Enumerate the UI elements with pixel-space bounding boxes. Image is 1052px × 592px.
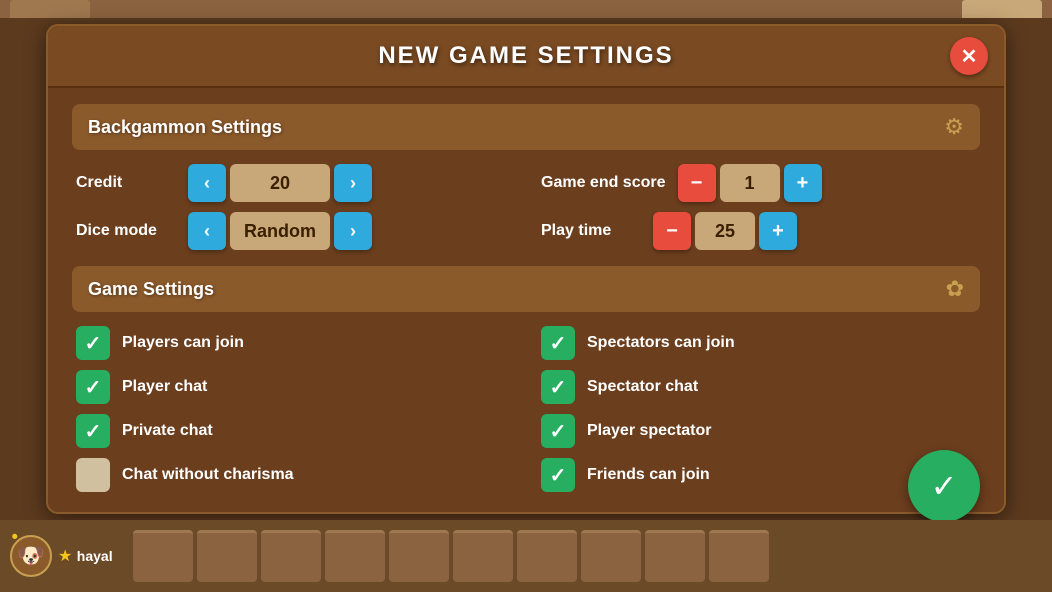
- bottom-tile-8: [581, 530, 641, 582]
- credit-label: Credit: [76, 174, 176, 192]
- checkbox-label-private-chat: Private chat: [122, 422, 213, 440]
- dice-mode-decrease-button[interactable]: ‹: [188, 212, 226, 250]
- checkbox-check-players-can-join: ✓: [85, 331, 102, 356]
- checkbox-box-spectator-chat[interactable]: ✓: [541, 370, 575, 404]
- dice-mode-label: Dice mode: [76, 222, 176, 240]
- checkbox-box-chat-without-charisma[interactable]: [76, 458, 110, 492]
- modal-overlay: NEW GAME SETTINGS ✕ Backgammon Settings …: [0, 18, 1052, 520]
- dice-mode-setting: Dice mode ‹ Random ›: [76, 212, 511, 250]
- play-time-value: 25: [695, 212, 755, 250]
- backgammon-gear-icon: ⚙: [944, 114, 964, 140]
- play-time-setting: Play time − 25 +: [541, 212, 976, 250]
- user-info: ★ hayal: [58, 546, 113, 566]
- dice-mode-stepper: ‹ Random ›: [188, 212, 372, 250]
- close-button[interactable]: ✕: [950, 37, 988, 75]
- modal-header: NEW GAME SETTINGS ✕: [48, 26, 1004, 88]
- top-bar-right-tab: [962, 0, 1042, 18]
- credit-setting: Credit ‹ 20 ›: [76, 164, 511, 202]
- checkbox-check-friends-can-join: ✓: [550, 463, 567, 488]
- bottom-tile-9: [645, 530, 705, 582]
- modal-title: NEW GAME SETTINGS: [378, 42, 673, 69]
- checkbox-label-chat-without-charisma: Chat without charisma: [122, 466, 294, 484]
- user-profile: ⏺ 🐶 ★ hayal: [10, 535, 113, 577]
- game-end-score-decrease-button[interactable]: −: [678, 164, 716, 202]
- credit-stepper: ‹ 20 ›: [188, 164, 372, 202]
- checkbox-box-player-spectator[interactable]: ✓: [541, 414, 575, 448]
- play-time-label: Play time: [541, 222, 641, 240]
- game-end-score-label: Game end score: [541, 174, 666, 192]
- game-end-score-setting: Game end score − 1 +: [541, 164, 976, 202]
- checkbox-label-friends-can-join: Friends can join: [587, 466, 710, 484]
- dice-mode-increase-button[interactable]: ›: [334, 212, 372, 250]
- checkbox-item-private-chat[interactable]: ✓ Private chat: [76, 414, 511, 448]
- checkbox-item-player-spectator[interactable]: ✓ Player spectator: [541, 414, 976, 448]
- checkbox-item-chat-without-charisma[interactable]: Chat without charisma: [76, 458, 511, 492]
- checkbox-check-private-chat: ✓: [85, 419, 102, 444]
- checkbox-item-spectators-can-join[interactable]: ✓ Spectators can join: [541, 326, 976, 360]
- checkbox-check-player-spectator: ✓: [550, 419, 567, 444]
- checkbox-label-spectators-can-join: Spectators can join: [587, 334, 735, 352]
- checkbox-label-spectator-chat: Spectator chat: [587, 378, 698, 396]
- checkbox-label-player-chat: Player chat: [122, 378, 207, 396]
- top-bar-left-tab: [10, 0, 90, 18]
- game-settings-section: Game Settings ✿ ✓ Players can join ✓ Specta…: [72, 266, 980, 492]
- play-time-decrease-button[interactable]: −: [653, 212, 691, 250]
- checkbox-item-spectator-chat[interactable]: ✓ Spectator chat: [541, 370, 976, 404]
- game-section-title: Game Settings: [88, 279, 214, 300]
- checkbox-grid: ✓ Players can join ✓ Spectators can join ✓ Pl…: [72, 326, 980, 492]
- checkbox-label-players-can-join: Players can join: [122, 334, 244, 352]
- backgammon-section-header: Backgammon Settings ⚙: [72, 104, 980, 150]
- game-end-score-stepper: − 1 +: [678, 164, 822, 202]
- bottom-tiles: [133, 530, 1042, 582]
- credit-value: 20: [230, 164, 330, 202]
- play-time-increase-button[interactable]: +: [759, 212, 797, 250]
- bottom-tile-7: [517, 530, 577, 582]
- backgammon-settings-grid: Credit ‹ 20 › Game end score − 1: [72, 164, 980, 250]
- bottom-tile-3: [261, 530, 321, 582]
- bottom-tile-2: [197, 530, 257, 582]
- credit-increase-button[interactable]: ›: [334, 164, 372, 202]
- bottom-tile-5: [389, 530, 449, 582]
- game-gear-icon: ✿: [946, 276, 964, 302]
- top-bar: [0, 0, 1052, 18]
- dice-mode-value: Random: [230, 212, 330, 250]
- bottom-tile-10: [709, 530, 769, 582]
- modal-body: Backgammon Settings ⚙ Credit ‹ 20 ›: [48, 104, 1004, 492]
- checkbox-box-private-chat[interactable]: ✓: [76, 414, 110, 448]
- credit-decrease-button[interactable]: ‹: [188, 164, 226, 202]
- checkbox-box-friends-can-join[interactable]: ✓: [541, 458, 575, 492]
- checkbox-label-player-spectator: Player spectator: [587, 422, 712, 440]
- game-end-score-increase-button[interactable]: +: [784, 164, 822, 202]
- backgammon-settings-section: Backgammon Settings ⚙ Credit ‹ 20 ›: [72, 104, 980, 250]
- new-game-settings-modal: NEW GAME SETTINGS ✕ Backgammon Settings …: [46, 24, 1006, 514]
- checkbox-check-player-chat: ✓: [85, 375, 102, 400]
- bottom-tile-4: [325, 530, 385, 582]
- checkbox-box-player-chat[interactable]: ✓: [76, 370, 110, 404]
- avatar-image: 🐶: [17, 543, 44, 569]
- star-icon: ★: [58, 548, 72, 565]
- bottom-bar: ⏺ 🐶 ★ hayal: [0, 520, 1052, 592]
- username: hayal: [77, 548, 113, 564]
- game-end-score-value: 1: [720, 164, 780, 202]
- checkbox-item-player-chat[interactable]: ✓ Player chat: [76, 370, 511, 404]
- record-icon: ⏺: [12, 531, 18, 544]
- bottom-tile-1: [133, 530, 193, 582]
- checkbox-box-players-can-join[interactable]: ✓: [76, 326, 110, 360]
- confirm-button[interactable]: ✓: [908, 450, 980, 522]
- checkbox-check-spectators-can-join: ✓: [550, 331, 567, 356]
- play-time-stepper: − 25 +: [653, 212, 797, 250]
- checkbox-box-spectators-can-join[interactable]: ✓: [541, 326, 575, 360]
- bottom-tile-6: [453, 530, 513, 582]
- game-section-header: Game Settings ✿: [72, 266, 980, 312]
- checkbox-item-players-can-join[interactable]: ✓ Players can join: [76, 326, 511, 360]
- checkbox-check-spectator-chat: ✓: [550, 375, 567, 400]
- backgammon-section-title: Backgammon Settings: [88, 117, 282, 138]
